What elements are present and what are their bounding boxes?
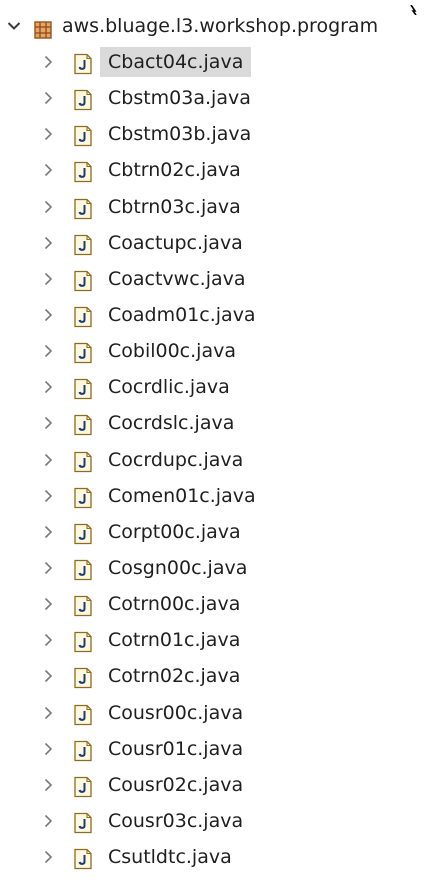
tree-item-file[interactable]: Cousr00c.java <box>0 695 430 731</box>
chevron-right-icon[interactable] <box>37 369 59 405</box>
chevron-right-icon[interactable] <box>37 225 59 261</box>
tree-item-file[interactable]: Coactvwc.java <box>0 261 430 297</box>
java-file-icon <box>72 159 94 183</box>
java-file-icon <box>72 485 94 508</box>
file-label: Cocrdupc.java <box>108 448 244 471</box>
tree-item-file[interactable]: Cbact04c.java <box>0 44 430 80</box>
java-file-icon <box>72 232 94 255</box>
tree-item-file[interactable]: Comen01c.java <box>0 478 430 514</box>
java-file-icon <box>72 702 94 725</box>
file-label: Cbact04c.java <box>100 47 252 77</box>
tree-item-file[interactable]: Cousr02c.java <box>0 767 430 803</box>
package-label: aws.bluage.l3.workshop.program <box>62 15 379 37</box>
file-label: Cousr00c.java <box>108 701 244 724</box>
chevron-right-icon[interactable] <box>37 189 59 225</box>
java-file-icon <box>72 557 94 581</box>
chevron-right-icon[interactable] <box>37 658 59 694</box>
file-label: Cbtrn03c.java <box>108 195 241 218</box>
java-file-icon <box>72 51 94 75</box>
tree-item-file[interactable]: Cbstm03a.java <box>0 80 430 116</box>
tree-item-file[interactable]: Coadm01c.java <box>0 297 430 333</box>
chevron-right-icon[interactable] <box>37 586 59 622</box>
chevron-right-icon[interactable] <box>37 116 59 152</box>
tree-item-file[interactable]: Coactupc.java <box>0 225 430 261</box>
file-label: Corpt00c.java <box>108 520 241 543</box>
java-file-icon <box>72 449 94 472</box>
chevron-down-icon[interactable] <box>3 8 25 44</box>
package-explorer-tree: aws.bluage.l3.workshop.program Cbact04c.… <box>0 0 430 870</box>
tree-item-file[interactable]: Cotrn02c.java <box>0 658 430 694</box>
chevron-right-icon[interactable] <box>37 80 59 116</box>
file-label: Cbstm03a.java <box>108 87 251 110</box>
tree-item-file[interactable]: Cousr01c.java <box>0 731 430 767</box>
file-label: Cousr02c.java <box>108 773 244 796</box>
java-file-icon <box>72 412 94 436</box>
chevron-right-icon[interactable] <box>37 261 59 297</box>
file-label: Cousr01c.java <box>108 737 244 760</box>
java-file-icon <box>72 593 94 617</box>
chevron-right-icon[interactable] <box>37 297 59 333</box>
chevron-right-icon[interactable] <box>37 803 59 839</box>
java-file-icon <box>72 87 94 111</box>
tree-item-file[interactable]: Cosgn00c.java <box>0 550 430 586</box>
chevron-right-icon[interactable] <box>37 767 59 803</box>
chevron-right-icon[interactable] <box>37 405 59 441</box>
chevron-right-icon[interactable] <box>37 550 59 586</box>
file-label: Cotrn01c.java <box>108 629 241 652</box>
tree-item-file[interactable]: Cbstm03b.java <box>0 116 430 152</box>
chevron-right-icon[interactable] <box>37 44 59 80</box>
file-label: Cobil00c.java <box>108 340 236 363</box>
chevron-right-icon[interactable] <box>37 442 59 478</box>
file-label: Coactupc.java <box>108 231 243 254</box>
java-file-icon <box>72 629 94 653</box>
mouse-cursor-icon <box>410 0 418 16</box>
tree-item-file[interactable]: Cocrdlic.java <box>0 369 430 405</box>
file-label: Cbstm03b.java <box>108 123 252 146</box>
chevron-right-icon[interactable] <box>37 152 59 188</box>
tree-item-file[interactable]: Cocrdupc.java <box>0 442 430 478</box>
tree-item-file[interactable]: Cotrn00c.java <box>0 586 430 622</box>
file-label: Cousr03c.java <box>108 809 244 832</box>
file-label: Coactvwc.java <box>108 267 246 290</box>
java-file-icon <box>72 268 94 291</box>
java-file-icon <box>72 376 94 400</box>
file-label: Coadm01c.java <box>108 303 256 326</box>
java-file-icon <box>72 774 94 797</box>
tree-item-file[interactable]: Cbtrn02c.java <box>0 152 430 188</box>
java-file-icon <box>72 340 94 364</box>
chevron-right-icon[interactable] <box>37 478 59 514</box>
tree-item-file[interactable]: Cotrn01c.java <box>0 622 430 658</box>
file-label: Cotrn00c.java <box>108 593 241 616</box>
package-icon <box>33 16 53 39</box>
chevron-right-icon[interactable] <box>37 731 59 767</box>
java-file-icon <box>72 846 94 870</box>
java-file-icon <box>72 738 94 761</box>
chevron-right-icon[interactable] <box>37 622 59 658</box>
java-file-icon <box>72 665 94 689</box>
tree-item-file[interactable]: Cobil00c.java <box>0 333 430 369</box>
file-label: Cosgn00c.java <box>108 556 248 579</box>
chevron-right-icon[interactable] <box>37 695 59 731</box>
file-label: Csutldtc.java <box>108 846 232 869</box>
file-label: Cotrn02c.java <box>108 665 241 688</box>
file-label: Cbtrn02c.java <box>108 159 241 182</box>
java-file-icon <box>72 304 94 328</box>
tree-item-file[interactable]: Csutldtc.java <box>0 839 430 875</box>
java-file-icon <box>72 123 94 147</box>
tree-item-file[interactable]: Cocrdslc.java <box>0 405 430 441</box>
file-label: Comen01c.java <box>108 484 256 507</box>
java-file-icon <box>72 521 94 544</box>
java-file-icon <box>72 810 94 834</box>
chevron-right-icon[interactable] <box>37 839 59 875</box>
file-label: Cocrdslc.java <box>108 412 235 435</box>
tree-item-package[interactable]: aws.bluage.l3.workshop.program <box>0 8 430 44</box>
tree-item-file[interactable]: Cbtrn03c.java <box>0 189 430 225</box>
tree-item-file[interactable]: Cousr03c.java <box>0 803 430 839</box>
chevron-right-icon[interactable] <box>37 514 59 550</box>
chevron-right-icon[interactable] <box>37 333 59 369</box>
tree-item-file[interactable]: Corpt00c.java <box>0 514 430 550</box>
file-label: Cocrdlic.java <box>108 376 230 399</box>
java-file-icon <box>72 196 94 219</box>
